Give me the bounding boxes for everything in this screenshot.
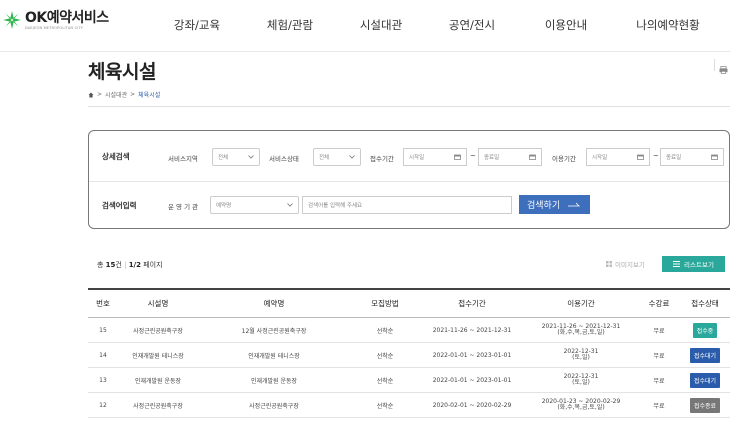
apply-end-date[interactable]: 종료일 xyxy=(478,148,542,166)
nav-facility-rental[interactable]: 시설대관 xyxy=(360,17,402,33)
search-button[interactable]: 검색하기 xyxy=(519,195,590,214)
status-badge[interactable]: 접수대기 xyxy=(689,347,721,363)
result-count: 총 15건 | 1/2 페이지 xyxy=(97,261,163,269)
calendar-icon xyxy=(529,154,536,160)
region-label: 서비스지역 xyxy=(168,155,198,163)
table-header: 번호 시설명 예약명 모집방법 접수기간 이용기간 수강료 접수상태 xyxy=(88,288,730,318)
apply-start-date[interactable]: 시작일 xyxy=(403,148,467,166)
site-header: OK예약서비스 DAEJEON METROPOLITAN CITY 강좌/교육 … xyxy=(0,0,730,52)
logo-icon xyxy=(3,11,21,29)
table-row[interactable]: 13 인재개발원 운동장 인재개발원 운동장 선착순 2022-01-01 ~ … xyxy=(88,368,730,393)
nav-performance[interactable]: 공연/전시 xyxy=(449,17,495,33)
keyword-input[interactable]: 검색어를 입력해 주세요 xyxy=(302,196,512,214)
search-panel-divider xyxy=(89,181,729,182)
page-title: 체육시설 xyxy=(88,61,156,83)
org-label: 운 영 기 관 xyxy=(168,203,199,211)
calendar-icon xyxy=(711,154,718,160)
reservation-link[interactable]: 인재개발원 운동장 xyxy=(198,368,350,392)
breadcrumb-item[interactable]: 시설대관 xyxy=(105,90,127,99)
status-badge[interactable]: 접수대기 xyxy=(689,372,721,388)
list-icon xyxy=(673,261,681,267)
table-row[interactable]: 14 인재개발원 테니스장 인재개발원 테니스장 선착순 2022-01-01 … xyxy=(88,343,730,368)
breadcrumb: > 시설대관 > 체육시설 xyxy=(88,90,160,99)
col-header: 모집방법 xyxy=(371,299,399,308)
reservation-link[interactable]: 사정근린공원축구장 xyxy=(198,393,350,417)
reservation-link[interactable]: 12월 사정근린공원축구장 xyxy=(198,318,350,342)
status-badge[interactable]: 접수중 xyxy=(692,322,718,338)
logo-subtitle: DAEJEON METROPOLITAN CITY xyxy=(25,26,84,30)
home-icon[interactable] xyxy=(88,92,94,98)
nav-education[interactable]: 강좌/교육 xyxy=(174,17,220,33)
chevron-down-icon xyxy=(248,155,254,159)
search-panel: 상세검색 서비스지역 전체 서비스상태 전체 접수기간 시작일 ~ 종료일 이용… xyxy=(88,130,730,229)
use-period-label: 이용기간 xyxy=(552,155,576,163)
title-divider xyxy=(88,106,730,107)
reservation-link[interactable]: 인재개발원 테니스장 xyxy=(198,343,350,367)
detail-search-label: 상세검색 xyxy=(102,152,130,161)
calendar-icon xyxy=(454,154,461,160)
image-view-button[interactable]: 이미지보기 xyxy=(606,259,645,269)
print-icon[interactable] xyxy=(714,59,730,74)
status-select[interactable]: 전체 xyxy=(313,148,361,166)
nav-experience[interactable]: 체험/관람 xyxy=(267,17,313,33)
results-table: 번호 시설명 예약명 모집방법 접수기간 이용기간 수강료 접수상태 15 사정… xyxy=(88,288,730,418)
col-header: 접수기간 xyxy=(458,299,486,308)
status-label: 서비스상태 xyxy=(269,155,299,163)
logo-title: OK예약서비스 xyxy=(25,10,109,26)
col-header: 수강료 xyxy=(648,299,670,308)
col-header: 예약명 xyxy=(263,299,285,308)
nav-my-reservations[interactable]: 나의예약현황 xyxy=(636,17,699,33)
table-row[interactable]: 12 사정근린공원축구장 사정근린공원축구장 선착순 2020-02-01 ~ … xyxy=(88,393,730,418)
col-header: 접수상태 xyxy=(691,299,719,308)
chevron-down-icon xyxy=(349,155,355,159)
col-header: 번호 xyxy=(96,299,110,308)
header-divider xyxy=(0,51,730,52)
apply-period-label: 접수기간 xyxy=(370,155,394,163)
col-header: 시설명 xyxy=(147,299,169,308)
calendar-icon xyxy=(637,154,644,160)
chevron-down-icon xyxy=(287,203,293,207)
org-select[interactable]: 예약명 xyxy=(210,196,299,214)
use-end-date[interactable]: 종료일 xyxy=(660,148,724,166)
use-start-date[interactable]: 시작일 xyxy=(586,148,650,166)
col-header: 이용기간 xyxy=(567,299,595,308)
region-select[interactable]: 전체 xyxy=(212,148,260,166)
table-row[interactable]: 15 사정근린공원축구장 12월 사정근린공원축구장 선착순 2021-11-2… xyxy=(88,318,730,343)
arrow-right-icon xyxy=(568,202,581,207)
grid-icon xyxy=(606,261,612,267)
list-view-button[interactable]: 리스트보기 xyxy=(662,256,725,272)
breadcrumb-current: 체육시설 xyxy=(138,92,161,99)
keyword-label: 검색어입력 xyxy=(102,201,137,210)
status-badge[interactable]: 접수종료 xyxy=(689,397,721,413)
site-logo[interactable]: OK예약서비스 DAEJEON METROPOLITAN CITY xyxy=(2,10,109,31)
nav-guide[interactable]: 이용안내 xyxy=(545,17,587,33)
